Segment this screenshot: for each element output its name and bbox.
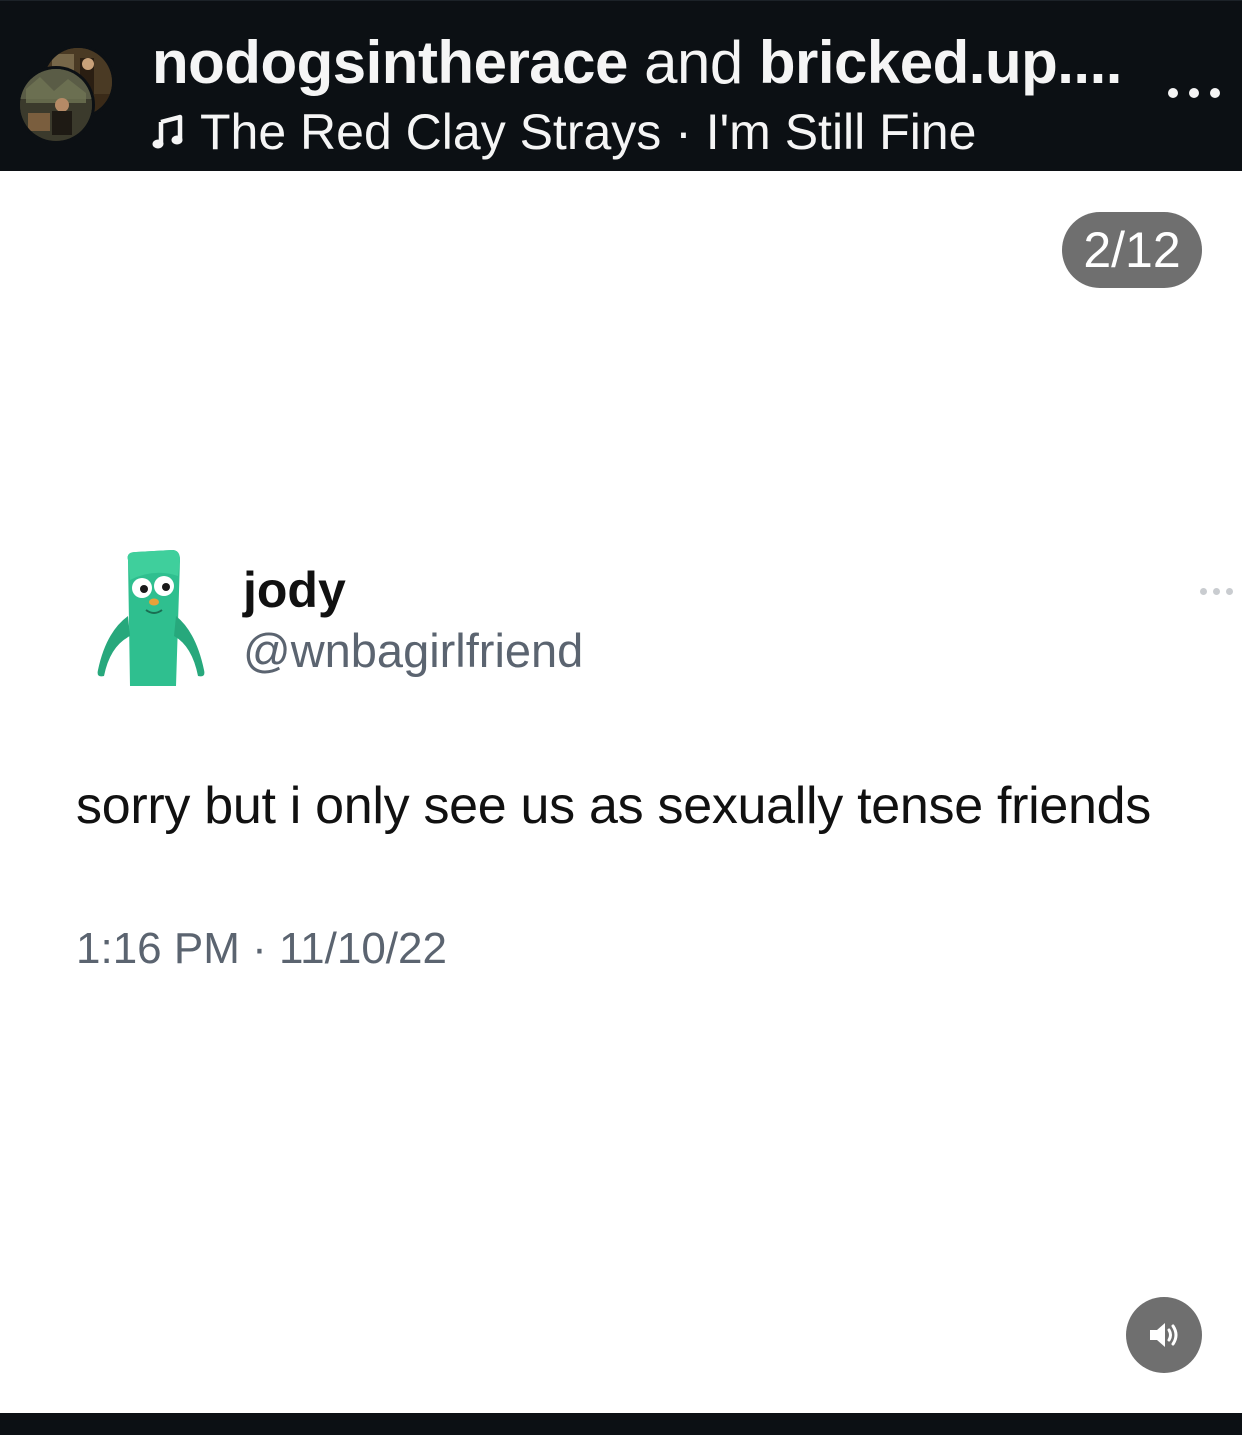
author-secondary[interactable]: bricked.up.... xyxy=(759,29,1123,96)
tweet-more-dot xyxy=(1213,587,1220,595)
tweet-display-name: jody xyxy=(243,562,346,618)
speaker-icon xyxy=(1150,1323,1178,1347)
tweet-more-dot xyxy=(1226,587,1233,595)
tweet-text: sorry but i only see us as sexually tens… xyxy=(76,777,1151,835)
more-horizontal-icon[interactable] xyxy=(1168,73,1220,113)
author-primary[interactable]: nodogsintherace xyxy=(152,29,628,96)
post-viewer: nodogsintherace and bricked.up.... The R… xyxy=(0,0,1242,1435)
avatar-primary-image xyxy=(20,69,92,141)
tweet-timestamp: 1:16 PM · 11/10/22 xyxy=(76,924,447,973)
more-dot xyxy=(1189,88,1199,98)
post-authors: nodogsintherace and bricked.up.... xyxy=(152,27,1122,99)
tweet-handle: @wnbagirlfriend xyxy=(243,624,584,677)
post-header: nodogsintherace and bricked.up.... The R… xyxy=(0,0,1242,172)
sound-toggle-button[interactable] xyxy=(1126,1297,1202,1373)
music-title: I'm Still Fine xyxy=(705,104,977,160)
bottom-bar xyxy=(0,1413,1242,1435)
tweet-more-icon xyxy=(1200,583,1242,599)
tweet-more-dot xyxy=(1200,587,1207,595)
music-artist: The Red Clay Strays xyxy=(200,104,662,160)
tweet-avatar xyxy=(97,550,205,686)
music-note-icon xyxy=(152,114,183,149)
avatar-primary[interactable] xyxy=(20,69,92,141)
post-media[interactable]: 2/12 jody @wnbagirlfriend sorry but i on… xyxy=(0,171,1242,1413)
carousel-counter: 2/12 xyxy=(1062,212,1202,288)
collab-avatars[interactable] xyxy=(18,45,118,145)
more-dot xyxy=(1210,88,1220,98)
more-dot xyxy=(1168,88,1178,98)
author-connector: and xyxy=(627,29,759,96)
music-attribution[interactable]: The Red Clay Strays · I'm Still Fine xyxy=(152,101,976,163)
music-separator: · xyxy=(661,104,706,160)
